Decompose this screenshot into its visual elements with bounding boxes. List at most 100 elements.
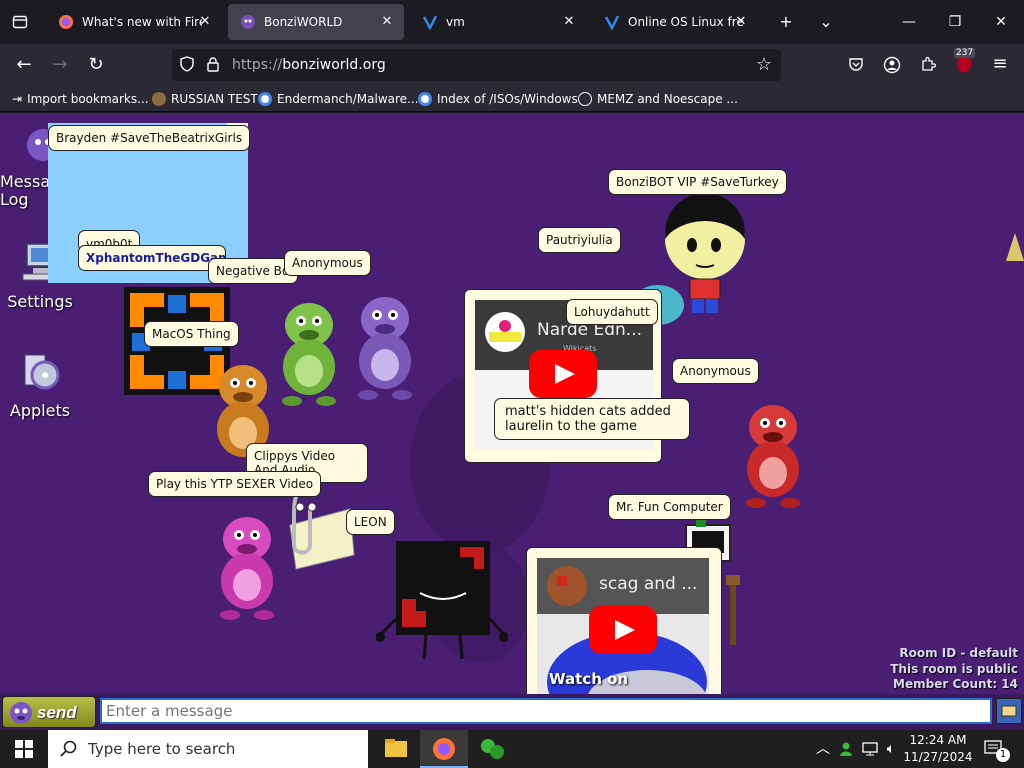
site-favicon-icon (152, 92, 166, 106)
bonzi-head-icon (10, 702, 32, 724)
purple-bonzi-character[interactable] (344, 289, 426, 401)
send-button[interactable]: send (2, 696, 96, 728)
globe-icon (578, 92, 592, 106)
channel-avatar-icon (547, 566, 587, 606)
video-title: scag and ... (599, 574, 698, 594)
tray-people-icon[interactable] (836, 730, 856, 768)
lock-icon[interactable] (204, 56, 222, 76)
bookmark-label: Index of /ISOs/Windows (437, 92, 578, 106)
google-icon (418, 92, 432, 106)
taskbar-search-box[interactable]: Type here to search (48, 730, 368, 768)
username-bubble: XphantomTheGDGamer (78, 245, 226, 271)
url-scheme: https:// (232, 57, 283, 73)
navigation-toolbar: ← → ↻ https://bonziworld.org ☆ 237 ≡ (0, 44, 1024, 86)
minimize-button[interactable]: — (886, 4, 932, 40)
pocket-icon[interactable] (846, 56, 866, 76)
search-placeholder: Type here to search (88, 740, 236, 758)
account-icon[interactable] (882, 56, 902, 78)
v-logo-icon (604, 14, 620, 31)
tab-vm[interactable]: vm ✕ (410, 4, 586, 40)
room-public-text: This room is public (890, 662, 1018, 676)
restore-button[interactable]: ❐ (932, 4, 978, 40)
windows-start-icon[interactable] (0, 730, 48, 768)
reload-icon[interactable]: ↻ (82, 51, 110, 79)
url-bar[interactable]: https://bonziworld.org ☆ (172, 49, 781, 81)
shield-icon[interactable] (178, 56, 196, 76)
v-logo-icon (422, 14, 438, 31)
close-tab-icon[interactable]: ✕ (196, 13, 214, 31)
google-icon (258, 92, 272, 106)
watch-on-label[interactable]: Watch on (549, 670, 628, 688)
clock-date: 11/27/2024 (903, 750, 973, 764)
room-id-text: Room ID - default (899, 646, 1018, 660)
tab-title: Online OS Linux free w (628, 15, 744, 29)
bonziworld-room[interactable]: Message Log Settings Applets Brayden #Sa… (0, 113, 1024, 730)
clock-time: 12:24 AM (909, 733, 967, 747)
network-icon[interactable] (860, 730, 880, 768)
bookmark-endermanch[interactable]: Endermanch/Malware... (258, 90, 419, 108)
tab-bonziworld[interactable]: BonziWORLD ✕ (228, 4, 404, 40)
chat-bubble: MacOS Thing (144, 321, 239, 347)
member-count-text: Member Count: 14 (893, 677, 1018, 691)
chat-bubble: BonziBOT VIP #SaveTurkey (608, 169, 787, 195)
close-tab-icon[interactable]: ✕ (732, 13, 750, 31)
chat-bubble: LEON (346, 509, 395, 535)
extensions-puzzle-icon[interactable] (918, 56, 938, 76)
settings-label: Settings (7, 292, 73, 311)
import-icon: ⇥ (12, 92, 23, 106)
bonzi-icon (240, 14, 256, 30)
close-tab-icon[interactable]: ✕ (560, 13, 578, 31)
black-square-character[interactable] (376, 539, 508, 663)
forward-arrow-icon[interactable]: → (46, 51, 74, 79)
firefox-icon (58, 14, 74, 30)
bonzi-taskbar-icon[interactable] (468, 730, 516, 768)
close-window-button[interactable]: ✕ (978, 4, 1024, 40)
bookmarks-toolbar: ⇥ Import bookmarks... RUSSIAN TEST Enderm… (0, 86, 1024, 112)
tab-title: vm (446, 15, 465, 29)
message-input[interactable] (100, 698, 992, 724)
bonzibot-vip-character[interactable] (660, 193, 750, 317)
tab-title: BonziWORLD (264, 15, 343, 29)
tab-online-os[interactable]: Online OS Linux free w ✕ (592, 4, 758, 40)
chat-bubble: Play this YTP SEXER Video (148, 471, 322, 497)
bookmark-memz[interactable]: MEMZ and Noescape ... (578, 90, 738, 108)
bookmark-import[interactable]: ⇥ Import bookmarks... (12, 90, 149, 108)
channel-avatar-icon (485, 312, 525, 352)
chat-bubble: Pautriyiulia (538, 227, 621, 253)
new-tab-button[interactable]: + (772, 8, 800, 36)
chat-bubble: matt's hidden cats added laurelin to the… (494, 398, 690, 440)
bookmark-star-icon[interactable]: ☆ (754, 54, 774, 75)
youtube-play-button[interactable] (589, 606, 657, 654)
extension-badge: 237 (954, 48, 976, 58)
back-arrow-icon[interactable]: ← (10, 51, 38, 79)
notification-center-icon[interactable]: 1 (982, 730, 1010, 768)
tab-title: What's new with Firefox (82, 15, 202, 29)
firefox-view-icon[interactable] (6, 8, 34, 36)
bookmark-label: Endermanch/Malware... (277, 92, 419, 106)
bookmark-label: Import bookmarks... (27, 92, 149, 106)
url-text[interactable]: https://bonziworld.org (232, 49, 386, 81)
bookmark-index-isos[interactable]: Index of /ISOs/Windows (418, 90, 578, 108)
taskbar-clock[interactable]: 12:24 AM 11/27/2024 (898, 732, 978, 766)
close-tab-icon[interactable]: ✕ (378, 13, 396, 31)
chat-bubble: Brayden #SaveTheBeatrixGirls (48, 125, 251, 151)
applets-icon[interactable]: Applets (0, 347, 80, 420)
url-host: bonziworld.org (282, 57, 386, 73)
file-explorer-icon[interactable] (372, 730, 420, 768)
image-upload-button[interactable] (996, 698, 1022, 724)
image-icon (1001, 705, 1017, 717)
bookmark-label: MEMZ and Noescape ... (597, 92, 738, 106)
applets-box-icon (24, 354, 60, 390)
tab-whats-new[interactable]: What's new with Firefox ✕ (46, 4, 222, 40)
tab-list-button[interactable]: ⌄ (812, 8, 840, 36)
chat-input-bar: send (0, 694, 1024, 730)
menu-hamburger-icon[interactable]: ≡ (990, 53, 1010, 74)
chat-bubble: Anonymous (284, 250, 371, 276)
youtube-play-button[interactable] (529, 350, 597, 398)
bookmark-russian-test[interactable]: RUSSIAN TEST (152, 90, 258, 108)
firefox-taskbar-icon[interactable] (420, 730, 468, 768)
red-bonzi-character[interactable] (732, 397, 814, 509)
chat-bubble: Mr. Fun Computer (608, 494, 731, 520)
tray-chevron-up-icon[interactable]: ︿ (814, 730, 832, 768)
ublock-icon[interactable]: 237 (952, 48, 976, 78)
